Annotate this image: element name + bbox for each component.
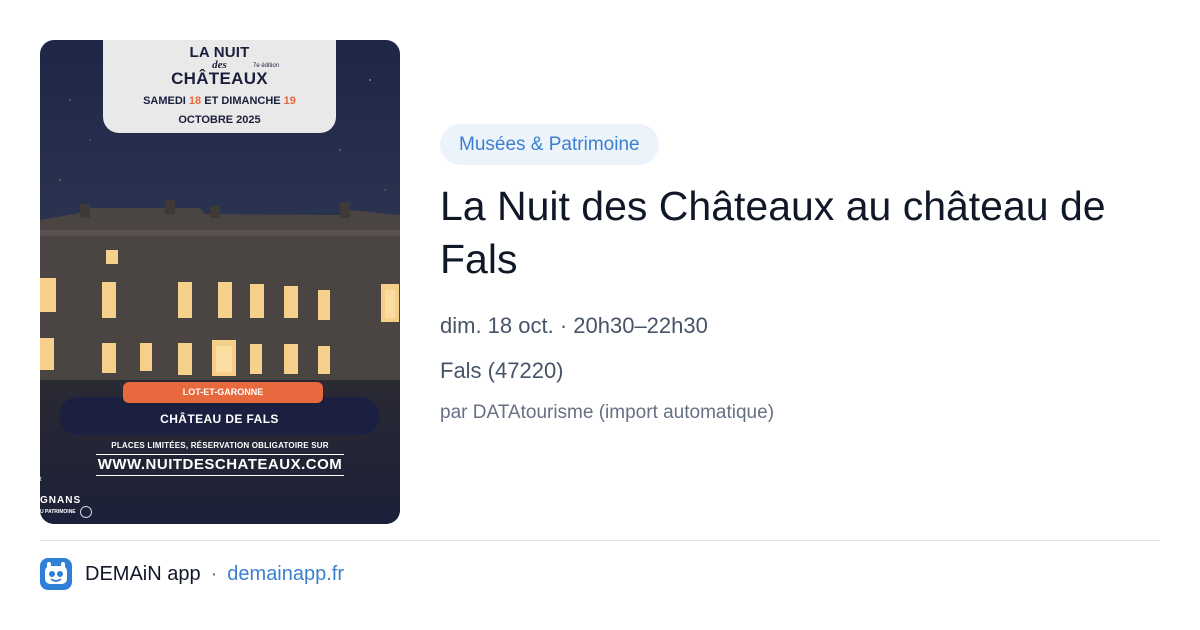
poster-department-tag: LOT-ET-GARONNE — [123, 382, 323, 403]
category-badge[interactable]: Musées & Patrimoine — [440, 124, 659, 165]
poster-website: WWW.NUITDESCHATEAUX.COM — [40, 454, 400, 476]
event-source: par DATAtourisme (import automatique) — [440, 402, 775, 423]
poster-website-text: WWW.NUITDESCHATEAUX.COM — [95, 454, 345, 476]
poster-date-day2: 19 — [283, 95, 296, 107]
sponsor-circle-icon — [80, 506, 92, 518]
poster-booking-note: PLACES LIMITÉES, RÉSERVATION OBLIGATOIRE… — [111, 441, 329, 450]
app-url-link[interactable]: demainapp.fr — [227, 563, 344, 586]
event-title: La Nuit des Châteaux au château de Fals — [440, 183, 1106, 282]
event-location: Fals (47220) — [440, 358, 564, 383]
poster-header-card: LA NUIT des 7e édition CHÂTEAUX SAMEDI 1… — [103, 40, 336, 133]
event-datetime: dim. 18 oct. · 20h30–22h30 — [440, 313, 708, 338]
poster-date: SAMEDI 18 ET DIMANCHE 19 — [103, 95, 336, 107]
demain-app-icon — [40, 558, 72, 590]
poster-sponsor-prefix: t — [40, 477, 42, 483]
footer: DEMAiN app · demainapp.fr — [40, 557, 344, 591]
footer-separator: · — [210, 562, 218, 585]
poster-date-month: OCTOBRE 2025 — [178, 114, 261, 126]
poster-date-day1: 18 — [188, 95, 202, 107]
poster-title-line3: CHÂTEAUX — [171, 69, 268, 88]
poster-date-pre: SAMEDI — [143, 95, 189, 107]
event-poster: LA NUIT des 7e édition CHÂTEAUX SAMEDI 1… — [40, 40, 400, 524]
poster-sponsor-sub: U PATRIMOINE — [40, 509, 76, 515]
poster-date-mid: ET DIMANCHE — [201, 95, 284, 107]
poster-sponsor-logo-text: GNANS — [40, 495, 82, 506]
app-name: DEMAiN app — [85, 562, 201, 585]
footer-divider — [40, 540, 1160, 541]
